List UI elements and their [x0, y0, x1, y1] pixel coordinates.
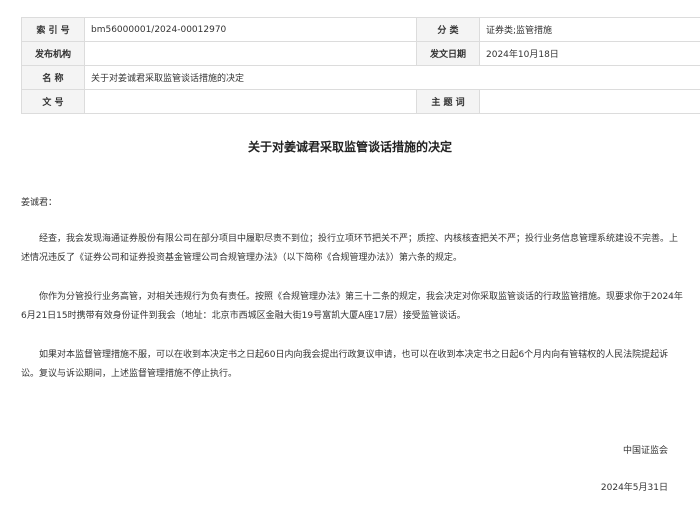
keywords-label: 主 题 词 — [416, 89, 480, 114]
meta-row-name: 名 称 关于对姜诚君采取监管谈话措施的决定 — [21, 65, 700, 90]
keywords-value — [479, 89, 700, 114]
doc-number-value — [84, 89, 417, 114]
signature: 中国证监会 — [622, 446, 668, 456]
meta-row-issuer: 发布机构 发文日期 2024年10月18日 — [21, 41, 700, 66]
index-number-label: 索 引 号 — [21, 17, 85, 42]
doc-name-value: 关于对姜诚君采取监管谈话措施的决定 — [84, 65, 700, 90]
issue-date-label: 发文日期 — [416, 41, 480, 66]
meta-row-index: 索 引 号 bm56000001/2024-00012970 分 类 证券类;监… — [21, 17, 700, 42]
category-label: 分 类 — [416, 17, 480, 42]
sign-date: 2024年5月31日 — [600, 483, 668, 493]
doc-name-label: 名 称 — [21, 65, 85, 90]
category-value: 证券类;监管措施 — [479, 17, 700, 42]
issuer-value — [84, 41, 417, 66]
meta-row-docno: 文 号 主 题 词 — [21, 89, 700, 114]
issuer-label: 发布机构 — [21, 41, 85, 66]
document-metadata-table: 索 引 号 bm56000001/2024-00012970 分 类 证券类;监… — [21, 17, 700, 114]
body-paragraph-1: 经查，我会发现海通证券股份有限公司在部分项目中履职尽责不到位；投行立项环节把关不… — [21, 234, 679, 263]
document-title: 关于对姜诚君采取监管谈话措施的决定 — [247, 140, 452, 154]
issue-date-value: 2024年10月18日 — [479, 41, 700, 66]
body-paragraph-3: 如果对本监督管理措施不服，可以在收到本决定书之日起60日内向我会提出行政复议申请… — [21, 350, 669, 379]
doc-number-label: 文 号 — [21, 89, 85, 114]
body-paragraph-2: 你作为分管投行业务高管，对相关违规行为负有责任。按照《合规管理办法》第三十二条的… — [21, 292, 683, 321]
index-number-value: bm56000001/2024-00012970 — [84, 17, 417, 42]
salutation: 姜诚君： — [21, 198, 58, 208]
